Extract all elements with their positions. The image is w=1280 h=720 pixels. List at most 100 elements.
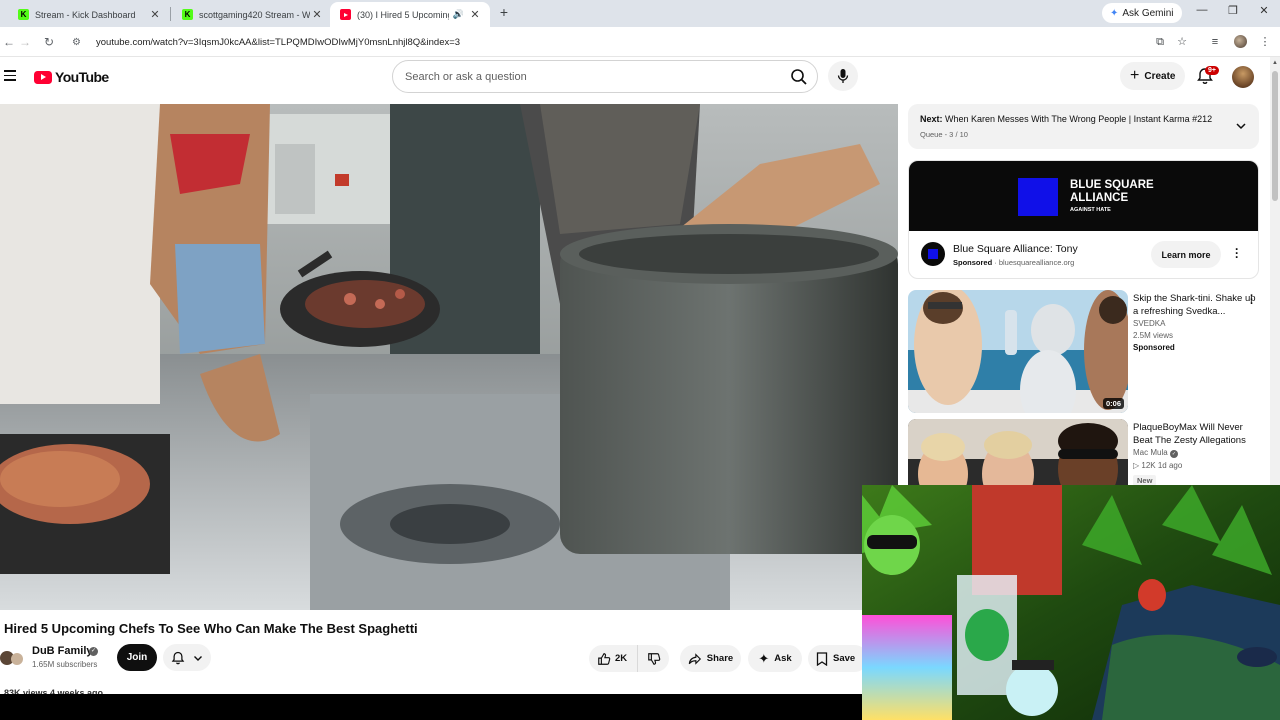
new-tab-button[interactable]: + xyxy=(496,4,512,22)
learn-more-button[interactable]: Learn more xyxy=(1151,241,1221,268)
kick-icon: K xyxy=(18,9,29,20)
ask-gemini-label: Ask Gemini xyxy=(1122,7,1174,19)
playlist-next-card[interactable]: Next: When Karen Messes With The Wrong P… xyxy=(908,104,1259,149)
next-video-title: When Karen Messes With The Wrong People … xyxy=(945,114,1213,124)
recommendation-views: 2.5M views xyxy=(1133,331,1174,340)
video-player[interactable] xyxy=(0,104,898,610)
recommendation-item[interactable]: 0:06 Skip the Shark-tini. Shake up a ref… xyxy=(908,290,1270,414)
create-button[interactable]: + Create xyxy=(1120,62,1186,90)
recommendation-channel[interactable]: Mac Mula ✓ xyxy=(1133,448,1178,458)
channel-name[interactable]: DuB Family xyxy=(32,645,93,657)
bookmark-icon xyxy=(816,651,828,666)
kick-icon: K xyxy=(182,9,193,20)
views-date: 12K 1d ago xyxy=(1141,461,1183,470)
tab-title: scottgaming420 Stream - Watch xyxy=(199,9,310,20)
recommendation-title[interactable]: Skip the Shark-tini. Shake up a refreshi… xyxy=(1133,292,1258,318)
install-app-icon[interactable]: ⧉ xyxy=(1153,35,1167,49)
plus-icon: + xyxy=(1130,67,1140,84)
thumbs-down-icon xyxy=(647,652,660,665)
like-button[interactable]: 2K xyxy=(589,645,637,672)
next-prefix: Next: xyxy=(920,114,943,124)
media-controls-icon[interactable]: ≡ xyxy=(1208,35,1222,49)
advertiser-logo xyxy=(921,242,945,266)
save-button[interactable]: Save xyxy=(808,645,868,672)
tab-title: Stream - Kick Dashboard xyxy=(35,9,136,20)
share-button[interactable]: Share xyxy=(680,645,741,672)
channel-avatar[interactable] xyxy=(0,648,24,668)
sponsored-label: Sponsored xyxy=(953,258,993,267)
join-button[interactable]: Join xyxy=(117,644,157,671)
chevron-down-icon xyxy=(194,655,202,661)
scroll-up-arrow-icon[interactable]: ▲ xyxy=(1272,60,1278,66)
reload-icon[interactable]: ↻ xyxy=(40,33,58,51)
next-video-label: Next: When Karen Messes With The Wrong P… xyxy=(920,114,1212,124)
restore-icon[interactable]: ❐ xyxy=(1223,4,1243,22)
youtube-wordmark: YouTube xyxy=(55,69,109,85)
verified-check-icon: ✓ xyxy=(89,647,98,656)
verified-check-icon: ✓ xyxy=(1169,450,1178,458)
ask-gemini-button[interactable]: ✦ Ask Gemini xyxy=(1102,3,1182,23)
browser-tab-youtube[interactable]: (30) I Hired 5 Upcoming Ch 🔊 ✕ xyxy=(330,2,490,27)
recommendation-views: ▷ 12K 1d ago xyxy=(1133,461,1182,470)
like-count: 2K xyxy=(615,653,628,664)
subscription-notifications-button[interactable] xyxy=(163,644,211,671)
browser-tab-kick-dashboard[interactable]: K Stream - Kick Dashboard ✕ xyxy=(4,2,170,27)
thumbnail-image xyxy=(908,290,1128,413)
youtube-masthead: YouTube + Create 9+ xyxy=(0,57,1270,97)
ad-banner-tagline: AGAINST HATE xyxy=(1070,207,1111,213)
bookmark-star-icon[interactable]: ☆ xyxy=(1175,35,1189,49)
browser-tab-kick-stream[interactable]: K scottgaming420 Stream - Watch ✕ xyxy=(168,2,332,27)
ad-domain: bluesquarealliance.org xyxy=(998,258,1075,267)
ad-sponsor-line: Sponsored · bluesquarealliance.org xyxy=(953,258,1075,267)
more-vertical-icon[interactable]: · · · xyxy=(1235,243,1239,263)
more-vertical-icon[interactable]: · · · xyxy=(1250,291,1254,310)
channel-label: Mac Mula xyxy=(1133,448,1168,457)
play-small-icon: ▷ xyxy=(1133,461,1140,470)
browser-profile-avatar[interactable] xyxy=(1234,35,1247,48)
subscriber-count: 1.65M subscribers xyxy=(32,660,98,669)
youtube-logo[interactable]: YouTube xyxy=(34,69,109,85)
recommendation-title[interactable]: PlaqueBoyMax Will Never Beat The Zesty A… xyxy=(1133,421,1258,447)
ad-title[interactable]: Blue Square Alliance: Tony xyxy=(953,243,1078,255)
share-label: Share xyxy=(706,653,734,664)
speaker-icon[interactable]: 🔊 xyxy=(453,9,464,20)
sponsored-ad-card[interactable]: BLUE SQUARE ALLIANCE AGAINST HATE Blue S… xyxy=(908,160,1259,279)
webcam-feed-image xyxy=(862,485,1280,720)
notification-count-badge: 9+ xyxy=(1205,66,1219,75)
menu-icon[interactable] xyxy=(4,70,16,81)
address-bar[interactable]: ⚙ youtube.com/watch?v=3IqsmJ0kcAA&list=T… xyxy=(66,30,1196,54)
ad-banner[interactable]: BLUE SQUARE ALLIANCE AGAINST HATE xyxy=(909,161,1258,231)
youtube-icon xyxy=(340,9,351,20)
close-icon[interactable]: ✕ xyxy=(468,8,482,21)
recommendation-channel[interactable]: SVEDKA xyxy=(1133,319,1165,328)
site-info-icon[interactable]: ⚙ xyxy=(72,37,88,48)
voice-search-button[interactable] xyxy=(828,61,858,91)
recommendation-item[interactable]: PlaqueBoyMax Will Never Beat The Zesty A… xyxy=(908,419,1270,542)
scrollbar-thumb[interactable] xyxy=(1272,71,1278,201)
microphone-icon xyxy=(837,69,849,83)
video-frame-kitchen xyxy=(0,104,898,610)
window-close-icon[interactable]: ✕ xyxy=(1254,4,1274,22)
browser-menu-icon[interactable]: ⋮ xyxy=(1258,35,1272,49)
chevron-down-icon[interactable] xyxy=(1235,120,1247,132)
minimize-icon[interactable]: — xyxy=(1192,4,1212,22)
ad-banner-line1: BLUE SQUARE xyxy=(1070,179,1154,191)
url-text[interactable]: youtube.com/watch?v=3IqsmJ0kcAA&list=TLP… xyxy=(96,37,460,48)
search-box[interactable] xyxy=(392,60,818,93)
search-input[interactable] xyxy=(405,70,775,83)
search-icon[interactable] xyxy=(789,67,809,87)
browser-toolbar: ← → ↻ ⚙ youtube.com/watch?v=3IqsmJ0kcAA&… xyxy=(0,27,1280,57)
create-label: Create xyxy=(1144,70,1176,82)
forward-arrow-icon[interactable]: → xyxy=(16,33,34,51)
webcam-overlay xyxy=(862,485,1280,720)
close-icon[interactable]: ✕ xyxy=(310,8,324,21)
sponsored-badge: Sponsored xyxy=(1133,343,1175,352)
share-arrow-icon xyxy=(688,652,701,665)
close-icon[interactable]: ✕ xyxy=(148,8,162,21)
thumbs-up-icon xyxy=(598,652,611,665)
user-avatar[interactable] xyxy=(1232,66,1254,88)
video-thumbnail[interactable]: 0:06 xyxy=(908,290,1128,413)
ask-button[interactable]: ✦ Ask xyxy=(748,645,802,672)
browser-tab-strip: K Stream - Kick Dashboard ✕ K scottgamin… xyxy=(0,0,1280,27)
dislike-button[interactable] xyxy=(637,645,669,672)
